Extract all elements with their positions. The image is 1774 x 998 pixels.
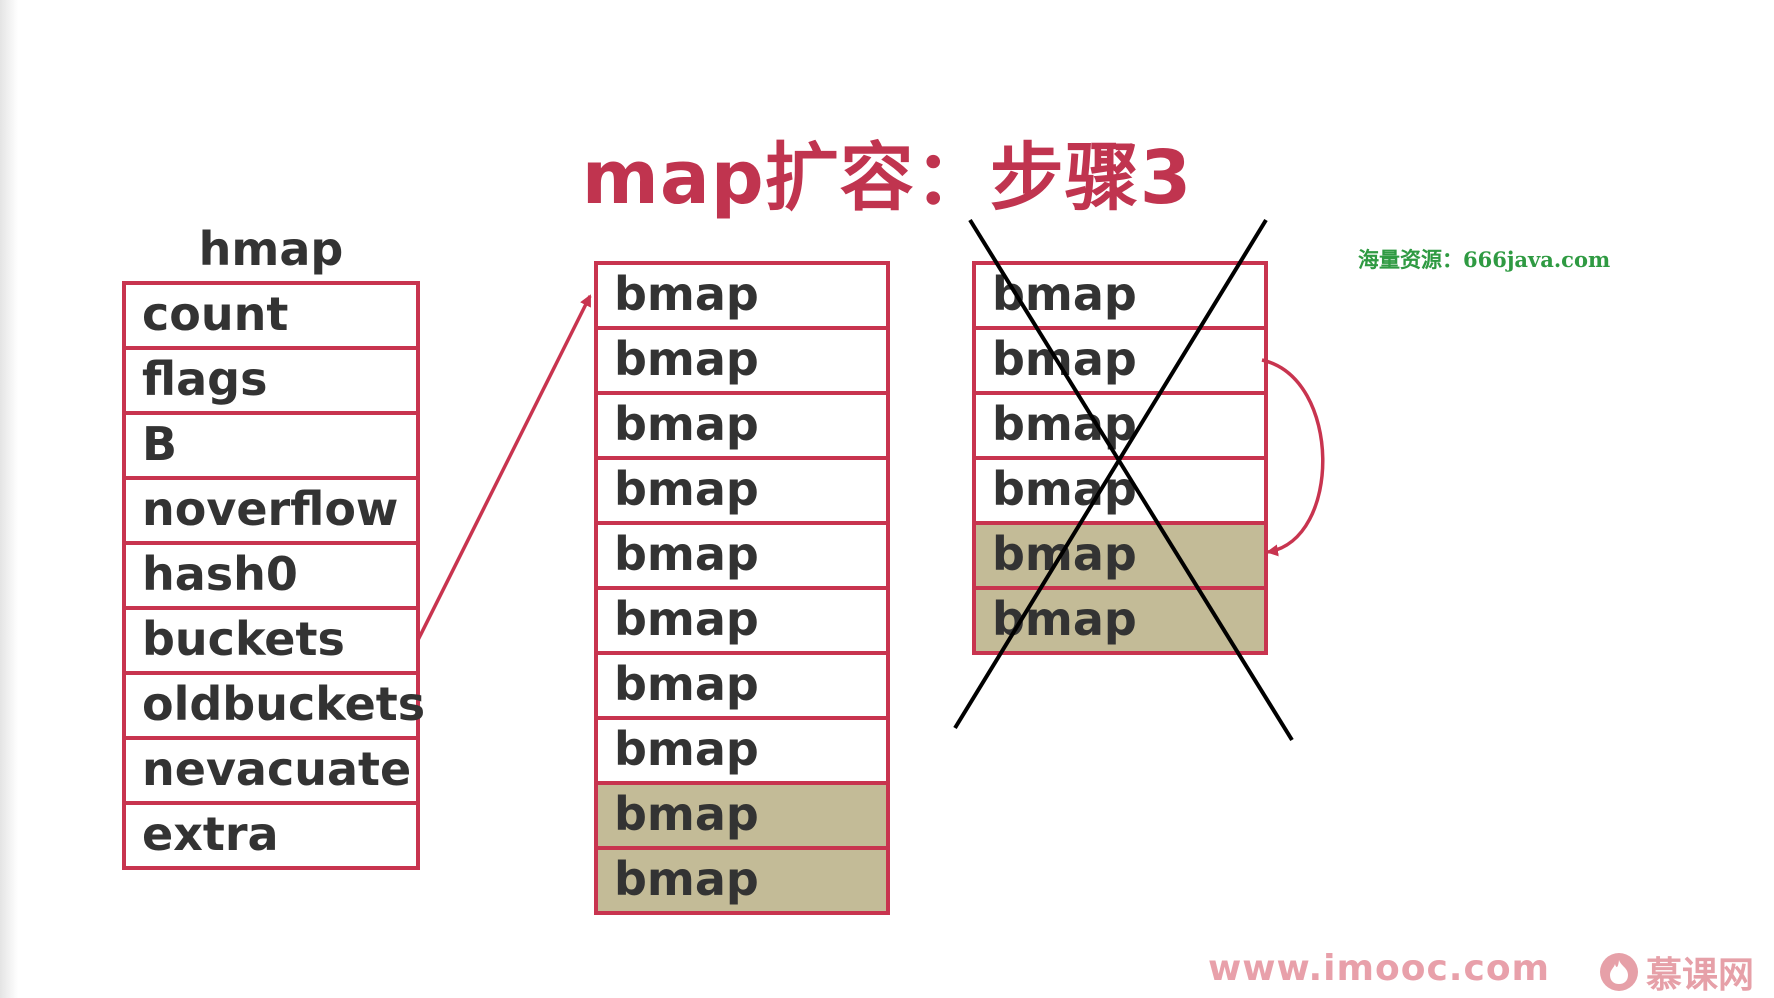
watermark-text: 海量资源：666java.com	[1358, 247, 1611, 272]
buckets-pointer-arrow	[416, 294, 592, 641]
footer-brand: 慕课网	[1600, 946, 1754, 998]
cross-out-line-2	[953, 218, 1268, 730]
cross-out-line-1	[968, 218, 1294, 742]
diagram-overlay	[416, 218, 1325, 742]
footer-url: www.imooc.com	[1208, 948, 1551, 989]
footer-brand-name: 慕课网	[1646, 955, 1755, 996]
flame-icon	[1600, 953, 1638, 991]
evacuate-curved-arrow	[1261, 358, 1325, 557]
